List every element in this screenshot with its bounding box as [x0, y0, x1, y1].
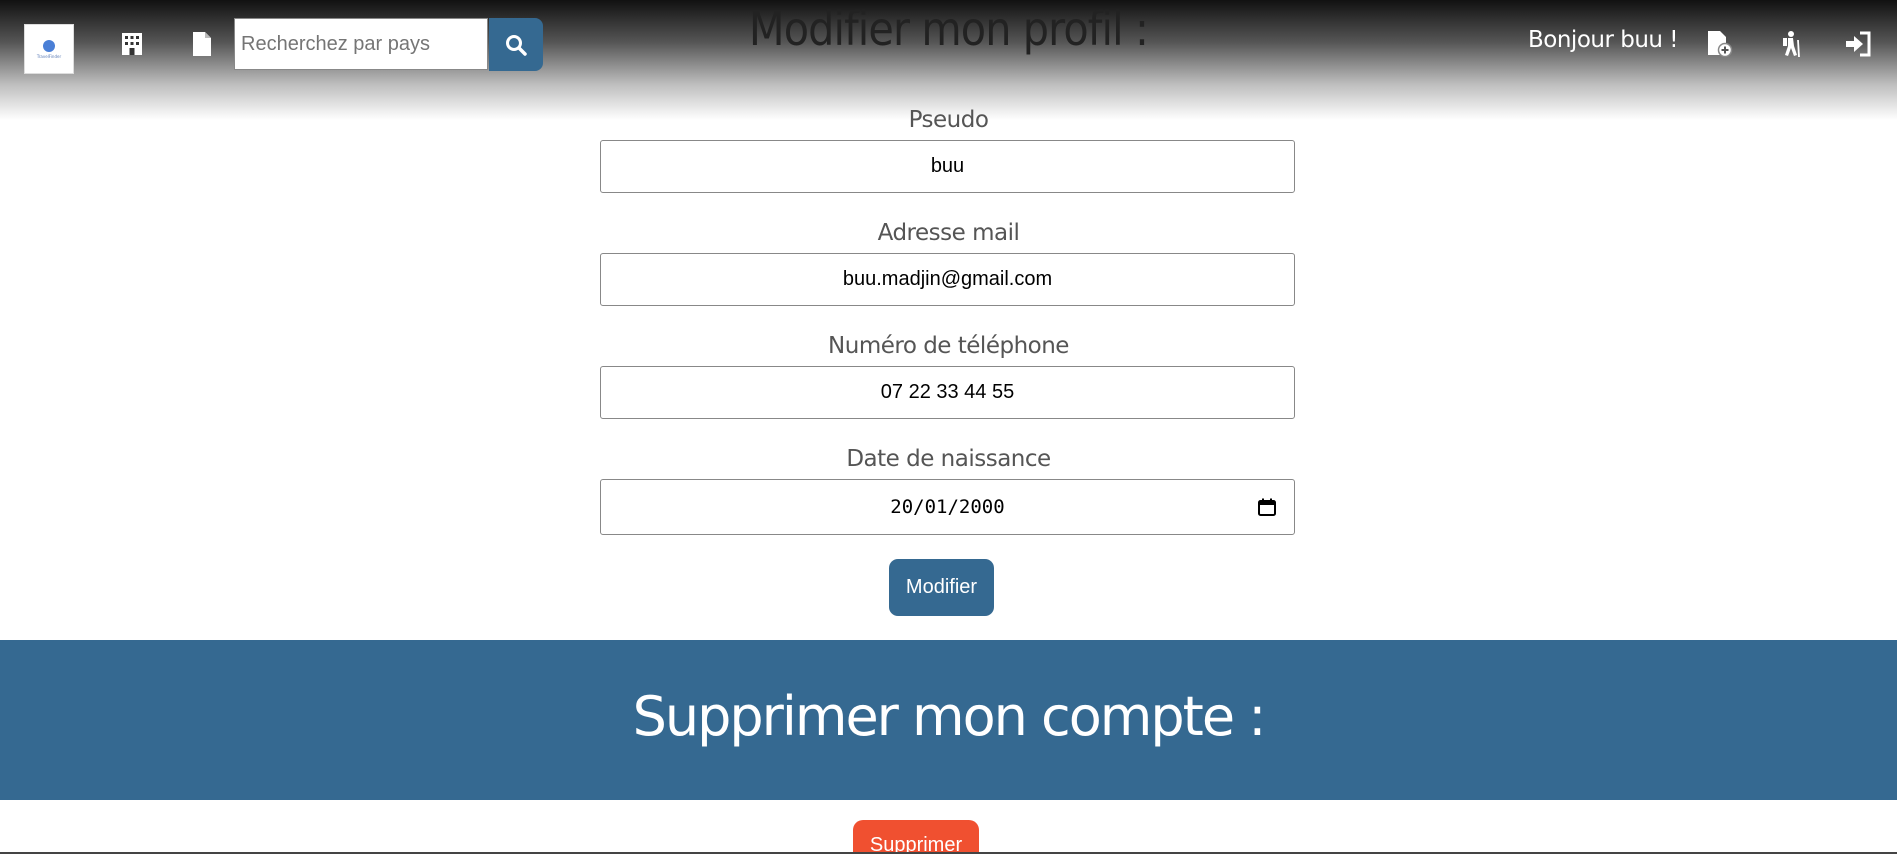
pseudo-field[interactable]	[600, 140, 1295, 193]
phone-field[interactable]	[600, 366, 1295, 419]
delete-account-section: Supprimer mon compte :	[0, 640, 1897, 800]
delete-account-title: Supprimer mon compte :	[632, 685, 1267, 748]
birthdate-value: 20/01/2000	[890, 496, 1005, 518]
modify-button[interactable]: Modifier	[889, 559, 994, 616]
pseudo-label: Pseudo	[908, 107, 989, 133]
birthdate-label: Date de naissance	[846, 446, 1051, 472]
globe-icon	[43, 39, 55, 52]
hiking-person-icon[interactable]	[1776, 30, 1804, 58]
logo-text: TravelFinder	[36, 53, 62, 59]
add-file-icon[interactable]	[1705, 30, 1733, 58]
site-logo[interactable]: TravelFinder	[24, 24, 74, 74]
delete-account-button[interactable]: Supprimer	[853, 820, 979, 854]
calendar-icon[interactable]	[1258, 498, 1276, 516]
email-label: Adresse mail	[877, 220, 1020, 246]
user-greeting: Bonjour buu !	[1528, 27, 1679, 53]
profile-page: TravelFinder Modifier mon profil : Bonjo…	[0, 0, 1897, 854]
email-field[interactable]	[600, 253, 1295, 306]
sign-in-icon[interactable]	[1844, 30, 1872, 58]
birthdate-field[interactable]: 20/01/2000	[600, 479, 1295, 535]
phone-label: Numéro de téléphone	[828, 333, 1069, 359]
